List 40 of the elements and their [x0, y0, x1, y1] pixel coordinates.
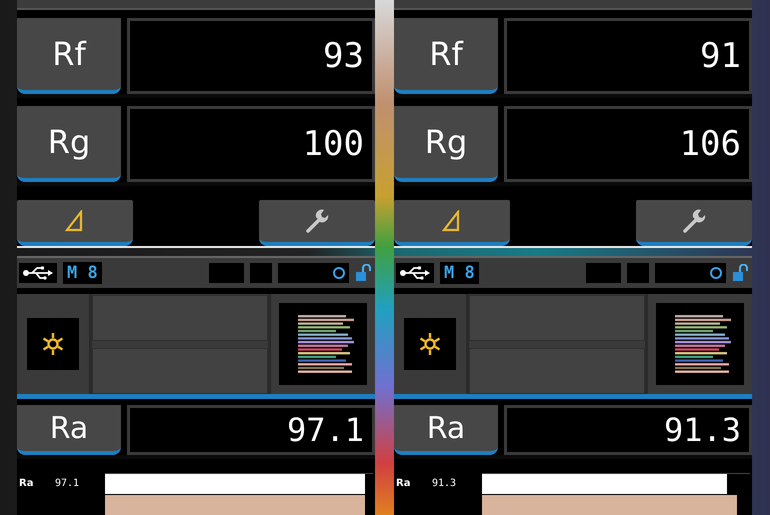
delta-button[interactable]	[17, 200, 133, 246]
reading-label[interactable]: Ra	[394, 405, 498, 455]
reading-value: 91.3	[504, 405, 752, 455]
reading-value: 93	[127, 18, 375, 94]
bar-label: Ra	[395, 478, 412, 488]
memory-indicator: M 8	[63, 262, 102, 284]
spectrum-button[interactable]	[279, 303, 367, 385]
settings-button[interactable]	[259, 200, 375, 246]
unlocked-padlock-icon	[732, 264, 748, 282]
reading-label[interactable]: Ra	[17, 405, 121, 455]
circle-icon	[332, 266, 346, 280]
reading-value: 100	[127, 106, 375, 182]
wrench-icon	[304, 208, 330, 234]
sun-icon	[41, 332, 65, 356]
reading-value: 106	[504, 106, 752, 182]
status-field	[627, 263, 649, 283]
reading-label[interactable]: Rf	[17, 18, 121, 94]
reading-label[interactable]: Rg	[394, 106, 498, 182]
usb-icon	[396, 263, 434, 283]
sun-icon	[418, 332, 442, 356]
delta-button[interactable]	[394, 200, 510, 246]
status-field	[209, 263, 244, 283]
settings-button[interactable]	[636, 200, 752, 246]
spectrum-button[interactable]	[656, 303, 744, 385]
reading-value: 97.1	[127, 405, 375, 455]
circle-icon	[709, 266, 723, 280]
bar-value: 97.1	[55, 478, 80, 488]
usb-icon	[19, 263, 57, 283]
light-source-button[interactable]	[404, 318, 456, 370]
wrench-icon	[681, 208, 707, 234]
light-source-button[interactable]	[27, 318, 79, 370]
bar-value: 91.3	[432, 478, 458, 488]
memory-indicator: M 8	[440, 262, 479, 284]
reading-value: 91	[504, 18, 752, 94]
status-field	[586, 263, 621, 283]
reading-label[interactable]: Rg	[17, 106, 121, 182]
status-field	[250, 263, 272, 283]
reading-label[interactable]: Rf	[394, 18, 498, 94]
unlocked-padlock-icon	[355, 264, 371, 282]
bar-label: Ra	[18, 478, 34, 488]
